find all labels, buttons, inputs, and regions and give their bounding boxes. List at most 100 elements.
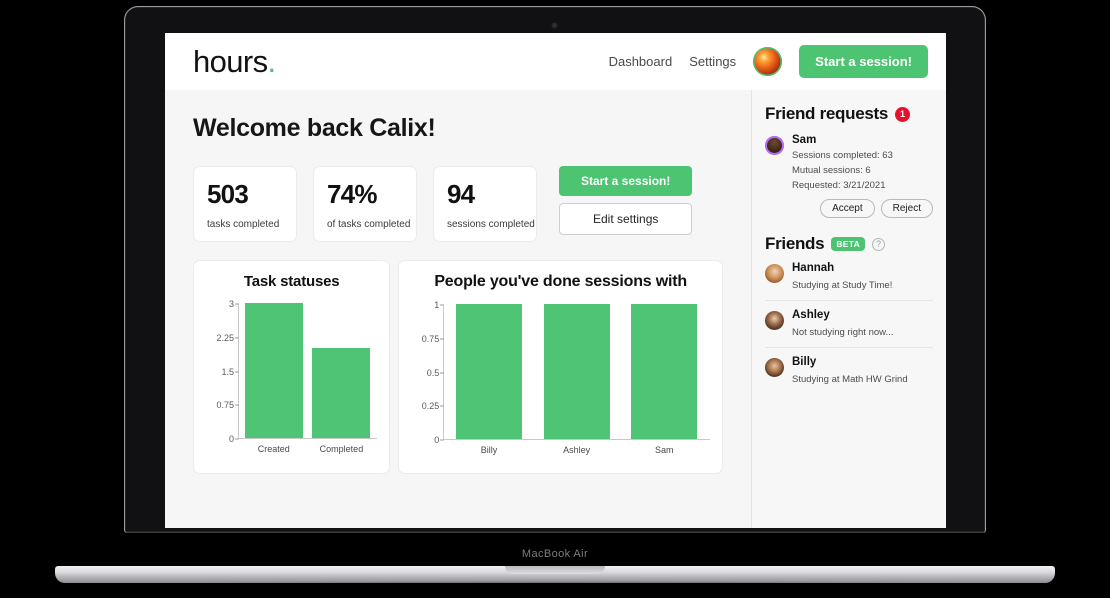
nav-link-dashboard[interactable]: Dashboard xyxy=(609,54,673,69)
bar xyxy=(312,348,371,438)
friends-title: Friends xyxy=(765,234,825,253)
friend-list-item[interactable]: Billy Studying at Math HW Grind xyxy=(765,348,933,394)
app-screen: hours. Dashboard Settings Start a sessio… xyxy=(165,33,946,528)
friend-list-item[interactable]: Hannah Studying at Study Time! xyxy=(765,254,933,301)
y-axis-tick-mark xyxy=(440,405,445,407)
bar-slot: Sam xyxy=(631,304,698,455)
main-content: Welcome back Calix! 503 tasks completed … xyxy=(165,90,751,528)
y-axis-tick-label: 0 xyxy=(228,434,234,444)
friend-name: Billy xyxy=(792,356,817,368)
friend-name: Ashley xyxy=(792,309,830,321)
stat-card-sessions-completed: 94 sessions completed xyxy=(433,166,537,242)
stat-card-tasks-completed: 503 tasks completed xyxy=(193,166,297,242)
y-axis-tick-mark xyxy=(235,438,239,440)
help-icon[interactable]: ? xyxy=(872,237,886,251)
y-axis-tick-mark xyxy=(440,338,445,340)
stat-label: sessions completed xyxy=(447,219,535,230)
beta-badge: BETA xyxy=(831,237,866,251)
page-title: Welcome back Calix! xyxy=(193,114,436,142)
app-header: hours. Dashboard Settings Start a sessio… xyxy=(165,33,946,90)
avatar[interactable] xyxy=(753,47,783,76)
laptop-mockup: MacBook Air hours. Dashboard Settings St… xyxy=(0,0,1110,598)
laptop-shadow xyxy=(40,581,1070,591)
bar xyxy=(456,304,523,439)
friend-request-mutual: Mutual sessions: 6 xyxy=(792,165,871,176)
bar-slot: Completed xyxy=(312,304,371,454)
start-session-button-header[interactable]: Start a session! xyxy=(799,45,928,78)
y-axis-tick-label: 0.5 xyxy=(426,367,440,378)
bar xyxy=(631,304,698,439)
stat-value: 94 xyxy=(447,179,475,209)
reject-button[interactable]: Reject xyxy=(880,199,933,218)
stat-value: 503 xyxy=(207,179,249,209)
header-nav: Dashboard Settings Start a session! xyxy=(609,45,928,78)
edit-settings-button[interactable]: Edit settings xyxy=(559,203,693,235)
device-label: MacBook Air xyxy=(521,548,589,560)
friend-request-sessions: Sessions completed: 63 xyxy=(792,150,893,161)
avatar xyxy=(765,264,784,283)
stat-label: of tasks completed xyxy=(327,219,411,230)
charts-row: Task statuses 0 0.75 1.5 2.25 3 Created Compl… xyxy=(193,260,723,474)
avatar xyxy=(765,136,784,155)
app-body: Welcome back Calix! 503 tasks completed … xyxy=(165,90,946,528)
y-axis-tick-label: 0.75 xyxy=(421,333,440,344)
y-axis-tick-mark xyxy=(235,303,239,305)
friend-status: Studying at Study Time! xyxy=(792,280,893,291)
stat-label: tasks completed xyxy=(207,219,280,230)
friend-status: Studying at Math HW Grind xyxy=(792,374,908,385)
y-axis-tick-mark xyxy=(235,371,239,372)
bar-series: Billy Ashley Sam xyxy=(445,304,708,455)
y-axis-tick-label: 2.25 xyxy=(216,332,234,343)
x-axis xyxy=(443,439,710,440)
friend-name: Hannah xyxy=(792,262,835,274)
chart-plot-session-people: 0 0.25 0.5 0.75 1 Billy Ashley Sam xyxy=(409,300,712,463)
friend-list-item[interactable]: Ashley Not studying right now... xyxy=(765,301,933,348)
y-axis-tick-label: 0.25 xyxy=(421,401,440,412)
y-axis-tick-label: 0.75 xyxy=(216,400,234,411)
bar xyxy=(244,303,303,438)
friends-header: Friends BETA ? xyxy=(765,234,933,254)
bar xyxy=(543,304,610,439)
y-axis-tick-label: 3 xyxy=(228,299,234,309)
app-logo[interactable]: hours. xyxy=(193,44,276,80)
main-actions: Start a session! Edit settings xyxy=(559,166,693,235)
x-axis-tick-label: Completed xyxy=(319,444,364,454)
x-axis xyxy=(238,438,378,439)
friend-status: Not studying right now... xyxy=(792,327,894,338)
bar-slot: Created xyxy=(244,303,303,454)
friend-request-actions: Accept Reject xyxy=(792,199,933,218)
start-session-button[interactable]: Start a session! xyxy=(559,166,693,196)
right-sidebar: Friend requests 1 Sam Sessions completed… xyxy=(751,90,946,528)
chart-card-task-statuses: Task statuses 0 0.75 1.5 2.25 3 Created Compl… xyxy=(193,260,391,474)
y-axis-tick-mark xyxy=(440,304,445,306)
chart-title: People you've done sessions with xyxy=(434,273,687,290)
friend-request-date: Requested: 3/21/2021 xyxy=(792,180,886,191)
laptop-base-notch xyxy=(505,566,605,574)
chart-title: Task statuses xyxy=(243,273,340,290)
x-axis-tick-label: Created xyxy=(257,444,290,454)
friend-requests-title: Friend requests xyxy=(765,104,889,123)
stat-value: 74% xyxy=(327,179,377,209)
friend-request-name: Sam xyxy=(792,134,817,146)
chart-card-session-people: People you've done sessions with 0 0.25 0.… xyxy=(398,260,723,474)
chart-plot-task-statuses: 0 0.75 1.5 2.25 3 Created Completed xyxy=(204,299,379,462)
bar-slot: Billy xyxy=(456,304,523,455)
avatar xyxy=(765,358,784,377)
friend-requests-badge: 1 xyxy=(895,106,911,122)
bar-slot: Ashley xyxy=(543,304,610,455)
y-axis-tick-label: 1.5 xyxy=(221,366,234,377)
accept-button[interactable]: Accept xyxy=(820,199,875,218)
logo-text: hours xyxy=(193,43,268,79)
friend-requests-header: Friend requests 1 xyxy=(765,104,933,124)
stats-row: 503 tasks completed 74% of tasks complet… xyxy=(193,166,723,242)
y-axis-tick-mark xyxy=(440,439,445,441)
y-axis-tick-mark xyxy=(440,372,445,373)
avatar xyxy=(765,311,784,330)
stat-card-percent-tasks-completed: 74% of tasks completed xyxy=(313,166,417,242)
friend-request-item: Sam Sessions completed: 63 Mutual sessio… xyxy=(765,134,933,218)
webcam-icon xyxy=(552,23,557,28)
x-axis-tick-label: Sam xyxy=(654,445,674,455)
nav-link-settings[interactable]: Settings xyxy=(689,54,736,69)
y-axis-tick-label: 0 xyxy=(434,435,440,445)
x-axis-tick-label: Billy xyxy=(480,445,498,455)
